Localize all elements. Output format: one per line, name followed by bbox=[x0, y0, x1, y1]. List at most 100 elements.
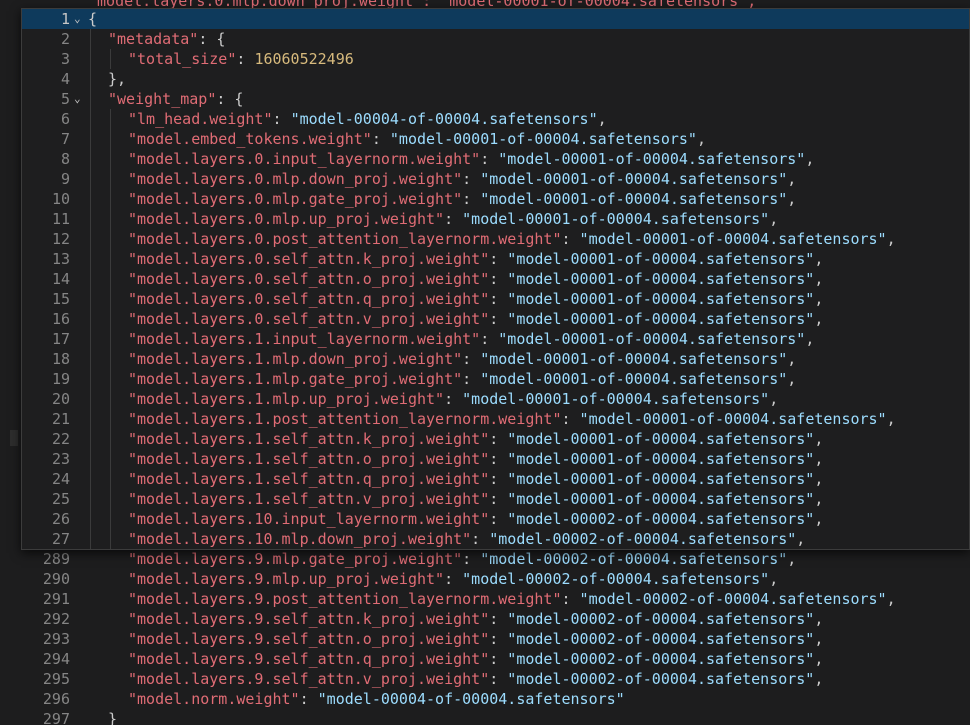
comma: , bbox=[886, 590, 896, 608]
code-line[interactable]: 290 "model.layers.9.mlp.up_proj.weight": … bbox=[0, 569, 970, 589]
peek-code-line[interactable]: 20 "model.layers.1.mlp.up_proj.weight": "… bbox=[22, 389, 969, 409]
json-key: "model.layers.0.post_attention_layernorm… bbox=[128, 230, 562, 248]
peek-code-line[interactable]: 15 "model.layers.0.self_attn.q_proj.weigh… bbox=[22, 289, 969, 309]
line-text: "model.layers.0.self_attn.o_proj.weight"… bbox=[128, 269, 823, 289]
indent-guide bbox=[110, 329, 111, 349]
code-line[interactable]: 297} bbox=[0, 709, 970, 725]
json-value: "model-00002-of-00004.safetensors" bbox=[480, 550, 788, 568]
colon: : bbox=[489, 610, 508, 628]
line-number: 13 bbox=[51, 250, 70, 268]
comma: , bbox=[814, 270, 824, 288]
peek-code-line[interactable]: 23 "model.layers.1.self_attn.o_proj.weigh… bbox=[22, 449, 969, 469]
colon: : bbox=[489, 650, 508, 668]
json-value: "model-00001-of-00004.safetensors" bbox=[498, 150, 806, 168]
code-line[interactable]: 295 "model.layers.9.self_attn.v_proj.weig… bbox=[0, 669, 970, 689]
indent-guide bbox=[90, 189, 91, 209]
colon: : bbox=[489, 490, 508, 508]
json-key: "model.layers.1.mlp.gate_proj.weight" bbox=[128, 370, 463, 388]
colon: : bbox=[444, 570, 463, 588]
peek-code-line[interactable]: 27 "model.layers.10.mlp.down_proj.weight"… bbox=[22, 529, 969, 549]
peek-code-line[interactable]: 19 "model.layers.1.mlp.gate_proj.weight":… bbox=[22, 369, 969, 389]
colon: : bbox=[236, 50, 255, 68]
peek-code-line[interactable]: 9 "model.layers.0.mlp.down_proj.weight": … bbox=[22, 169, 969, 189]
comma: , bbox=[814, 650, 824, 668]
colon: : bbox=[561, 590, 580, 608]
code-line[interactable]: 294 "model.layers.9.self_attn.q_proj.weig… bbox=[0, 649, 970, 669]
peek-code-line[interactable]: 2 "metadata": { bbox=[22, 29, 969, 49]
indent-guide bbox=[90, 249, 91, 269]
line-text: "model.layers.9.self_attn.k_proj.weight"… bbox=[128, 609, 823, 629]
indent-guide bbox=[110, 169, 111, 189]
comma: , bbox=[696, 130, 706, 148]
peek-code-line[interactable]: 13 "model.layers.0.self_attn.k_proj.weigh… bbox=[22, 249, 969, 269]
comma: , bbox=[769, 210, 779, 228]
comma: , bbox=[814, 310, 824, 328]
json-key: "model.layers.9.self_attn.k_proj.weight" bbox=[128, 610, 490, 628]
code-line[interactable]: 291 "model.layers.9.post_attention_layern… bbox=[0, 589, 970, 609]
json-punctuation: : { bbox=[216, 90, 244, 108]
json-key: "weight_map" bbox=[108, 90, 217, 108]
indent-guide bbox=[90, 409, 91, 429]
comma: , bbox=[886, 230, 896, 248]
json-key: "model.layers.1.post_attention_layernorm… bbox=[128, 410, 562, 428]
line-number: 293 bbox=[42, 630, 70, 648]
json-key: "model.layers.1.self_attn.v_proj.weight" bbox=[128, 490, 490, 508]
line-number: 27 bbox=[51, 530, 70, 548]
line-number: 3 bbox=[60, 50, 70, 68]
peek-code-line[interactable]: 17 "model.layers.1.input_layernorm.weight… bbox=[22, 329, 969, 349]
line-number: 9 bbox=[60, 170, 70, 188]
comma: , bbox=[787, 370, 797, 388]
peek-code-line[interactable]: 24 "model.layers.1.self_attn.q_proj.weigh… bbox=[22, 469, 969, 489]
peek-code-line[interactable]: 14 "model.layers.0.self_attn.o_proj.weigh… bbox=[22, 269, 969, 289]
line-number: 8 bbox=[60, 150, 70, 168]
json-key: "model.layers.0.mlp.gate_proj.weight" bbox=[128, 190, 463, 208]
peek-code-line[interactable]: 16 "model.layers.0.self_attn.v_proj.weigh… bbox=[22, 309, 969, 329]
colon: : bbox=[489, 510, 508, 528]
peek-code-line[interactable]: 10 "model.layers.0.mlp.gate_proj.weight":… bbox=[22, 189, 969, 209]
peek-code-line[interactable]: 12 "model.layers.0.post_attention_layerno… bbox=[22, 229, 969, 249]
colon: : bbox=[462, 350, 481, 368]
peek-code-line[interactable]: 21 "model.layers.1.post_attention_layerno… bbox=[22, 409, 969, 429]
line-text: "weight_map": { bbox=[108, 89, 243, 109]
fold-chevron-icon[interactable]: ⌄ bbox=[74, 9, 86, 29]
peek-code-line[interactable]: 11 "model.layers.0.mlp.up_proj.weight": "… bbox=[22, 209, 969, 229]
peek-code-line[interactable]: 1 ⌄{ bbox=[22, 9, 969, 29]
code-line[interactable]: 289 "model.layers.9.mlp.gate_proj.weight"… bbox=[0, 549, 970, 569]
json-value: "model-00004-of-00004.safetensors" bbox=[290, 110, 598, 128]
code-line[interactable]: 293 "model.layers.9.self_attn.o_proj.weig… bbox=[0, 629, 970, 649]
peek-code-line[interactable]: 6 "lm_head.weight": "model-00004-of-00004… bbox=[22, 109, 969, 129]
line-text: "model.embed_tokens.weight": "model-0000… bbox=[128, 129, 706, 149]
peek-code-line[interactable]: 3 "total_size": 16060522496 bbox=[22, 49, 969, 69]
line-text: "model.layers.9.self_attn.q_proj.weight"… bbox=[128, 649, 823, 669]
peek-code-line[interactable]: 26 "model.layers.10.input_layernorm.weigh… bbox=[22, 509, 969, 529]
json-key: "lm_head.weight" bbox=[128, 110, 273, 128]
peek-code-line[interactable]: 22 "model.layers.1.self_attn.k_proj.weigh… bbox=[22, 429, 969, 449]
line-number: 295 bbox=[42, 670, 70, 688]
json-key: "model.layers.0.input_layernorm.weight" bbox=[128, 150, 481, 168]
line-number: 10 bbox=[51, 190, 70, 208]
peek-code-line[interactable]: 4}, bbox=[22, 69, 969, 89]
peek-code-line[interactable]: 25 "model.layers.1.self_attn.v_proj.weigh… bbox=[22, 489, 969, 509]
json-key: "model.layers.0.self_attn.k_proj.weight" bbox=[128, 250, 490, 268]
indent-guide bbox=[90, 89, 91, 109]
json-value: "model-00001-of-00004.safetensors" bbox=[507, 470, 815, 488]
peek-code-line[interactable]: 18 "model.layers.1.mlp.down_proj.weight":… bbox=[22, 349, 969, 369]
peek-code-line[interactable]: 8 "model.layers.0.input_layernorm.weight"… bbox=[22, 149, 969, 169]
indent-guide bbox=[90, 529, 91, 549]
comma: , bbox=[796, 530, 806, 548]
peek-code-line[interactable]: 7 "model.embed_tokens.weight": "model-000… bbox=[22, 129, 969, 149]
fold-chevron-icon[interactable]: ⌄ bbox=[74, 89, 86, 109]
code-editor[interactable]: 2 8 1 "model.layers.0.mlp.down_proj.weight… bbox=[0, 0, 970, 725]
comma: , bbox=[769, 570, 779, 588]
peek-code-line[interactable]: 5 ⌄ "weight_map": { bbox=[22, 89, 969, 109]
json-value: "model-00001-of-00004.safetensors" bbox=[507, 310, 815, 328]
peek-definition-panel[interactable]: 1 ⌄{2 "metadata": {3 "total_size": 16060522… bbox=[21, 8, 970, 550]
line-text: "model.layers.1.self_attn.v_proj.weight"… bbox=[128, 489, 823, 509]
json-value: "model-00001-of-00004.safetensors" bbox=[480, 170, 788, 188]
indent-guide bbox=[110, 389, 111, 409]
code-line[interactable]: 292 "model.layers.9.self_attn.k_proj.weig… bbox=[0, 609, 970, 629]
indent-guide bbox=[90, 509, 91, 529]
indent-guide bbox=[110, 249, 111, 269]
code-line[interactable]: 296 "model.norm.weight": "model-00004-of-… bbox=[0, 689, 970, 709]
comma: , bbox=[814, 670, 824, 688]
